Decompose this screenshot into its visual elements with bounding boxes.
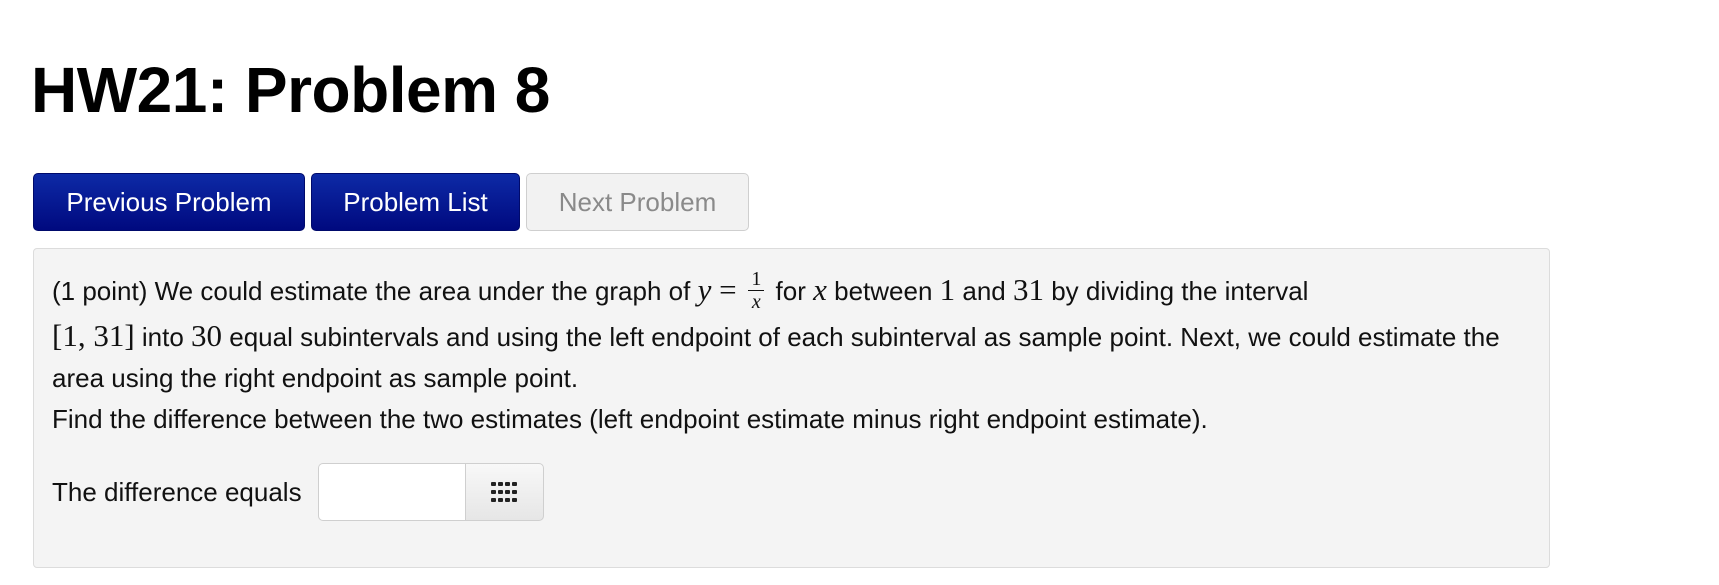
math-fraction: 1x — [748, 269, 765, 313]
problem-text-part: (1 point) We could estimate the area und… — [52, 276, 698, 306]
problem-text-part: by dividing the interval — [1043, 276, 1309, 306]
problem-question: Find the difference between the two esti… — [52, 403, 1208, 434]
math-variable-x: x — [813, 272, 827, 307]
previous-problem-button[interactable]: Previous Problem — [33, 173, 305, 231]
math-equals: = — [711, 272, 745, 307]
problem-text-part: for — [768, 276, 814, 306]
problem-navigation: Previous Problem Problem List Next Probl… — [33, 173, 755, 231]
problem-text-part: into — [134, 321, 192, 352]
answer-input[interactable] — [317, 463, 465, 521]
fraction-numerator: 1 — [748, 269, 765, 291]
math-upper-bound: 31 — [1012, 272, 1044, 307]
problem-statement: (1 point) We could estimate the area und… — [52, 269, 1532, 440]
answer-label: The difference equals — [52, 476, 302, 507]
math-interval: [1, 31] — [52, 317, 135, 353]
fraction-denominator: x — [751, 290, 761, 313]
math-lower-bound: 1 — [939, 272, 956, 307]
page-title: HW21: Problem 8 — [31, 54, 550, 126]
problem-text-part: equal subintervals and using the left en… — [52, 321, 1500, 393]
next-problem-button: Next Problem — [526, 173, 749, 231]
math-subinterval-count: 30 — [191, 317, 223, 353]
keypad-grid-icon — [491, 482, 518, 502]
problem-text-part: between — [826, 276, 940, 306]
math-variable-y: y — [697, 272, 712, 307]
answer-row: The difference equals — [52, 462, 544, 522]
keypad-button[interactable] — [464, 463, 544, 521]
problem-list-button[interactable]: Problem List — [311, 173, 520, 231]
problem-box: (1 point) We could estimate the area und… — [33, 248, 1550, 568]
problem-text-part: and — [955, 276, 1013, 306]
